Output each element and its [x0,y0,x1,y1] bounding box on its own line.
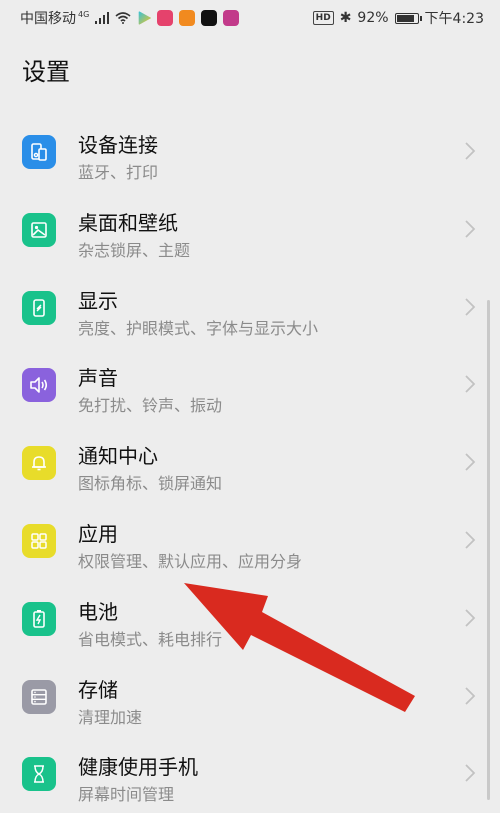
chevron-right-icon [465,453,476,471]
battery-icon [22,601,56,636]
play-app-icon [138,11,152,25]
item-label: 电池 [78,599,118,624]
settings-item-sound[interactable]: 声音 免打扰、铃声、振动 [0,346,500,424]
bell-icon [22,446,56,481]
item-subtitle: 图标角标、锁屏通知 [78,474,223,494]
status-right: HD ✱ 92% 下午4:23 [312,8,484,28]
battery-percent: 92% [357,10,389,26]
scrollbar[interactable] [487,300,490,800]
item-subtitle: 杂志锁屏、主题 [78,240,191,260]
media-app-icon [179,10,196,26]
wifi-icon [115,12,131,24]
settings-item-apps[interactable]: 应用 权限管理、默认应用、应用分身 [0,502,500,580]
chevron-right-icon [465,297,476,316]
device-connect-icon [22,135,56,169]
settings-item-storage[interactable]: 存储 清理加速 [0,658,500,736]
network-type: 4G [78,9,90,19]
item-subtitle: 免打扰、铃声、振动 [78,396,223,416]
item-label: 桌面和壁纸 [78,210,178,235]
chevron-right-icon [465,142,476,160]
chevron-right-icon [465,686,476,705]
clock: 下午4:23 [424,11,484,27]
display-icon [22,290,56,325]
wallpaper-icon [22,212,56,247]
item-label: 通知中心 [78,444,158,469]
item-label: 健康使用手机 [78,755,198,780]
speaker-icon [22,368,56,403]
chevron-right-icon [465,764,476,783]
settings-item-notifications[interactable]: 通知中心 图标角标、锁屏通知 [0,424,500,502]
hourglass-icon [22,757,56,792]
item-subtitle: 权限管理、默认应用、应用分身 [78,551,303,571]
video-app-icon [157,10,174,26]
battery-status-icon [394,12,422,24]
chevron-right-icon [465,375,476,394]
chevron-right-icon [465,609,476,627]
status-bar: 中国移动 4G HD ✱ 92% 下午4:23 [0,0,500,34]
tiktok-app-icon [201,10,218,26]
signal-icon [95,12,110,24]
chevron-right-icon [465,220,476,238]
item-label: 设备连接 [78,133,158,157]
item-subtitle: 亮度、护眼模式、字体与显示大小 [78,318,319,338]
apps-grid-icon [22,523,56,558]
item-subtitle: 清理加速 [78,707,143,727]
status-left: 中国移动 4G [20,8,240,28]
settings-item-wallpaper[interactable]: 桌面和壁纸 杂志锁屏、主题 [0,191,500,269]
bluetooth-icon: ✱ [339,10,352,26]
item-label: 存储 [78,677,118,702]
item-label: 应用 [78,521,118,546]
settings-item-battery[interactable]: 电池 省电模式、耗电排行 [0,580,500,658]
carrier-name: 中国移动 [20,11,76,27]
item-subtitle: 蓝牙、打印 [78,163,159,182]
chevron-right-icon [465,531,476,549]
settings-item-digital-balance[interactable]: 健康使用手机 屏幕时间管理 [0,735,500,813]
settings-list: 设备连接 蓝牙、打印 桌面和壁纸 杂志锁屏、主题 显示 亮度、护眼模式、字体与显… [0,113,500,813]
item-subtitle: 屏幕时间管理 [78,785,175,805]
storage-icon [22,679,56,714]
item-subtitle: 省电模式、耗电排行 [78,629,223,649]
settings-item-device-connect[interactable]: 设备连接 蓝牙、打印 [0,113,500,191]
page-title: 设置 [22,58,70,86]
item-label: 显示 [78,288,118,313]
hd-badge: HD [312,11,334,25]
item-label: 声音 [78,366,118,391]
game-app-icon [223,10,240,26]
settings-item-display[interactable]: 显示 亮度、护眼模式、字体与显示大小 [0,269,500,347]
